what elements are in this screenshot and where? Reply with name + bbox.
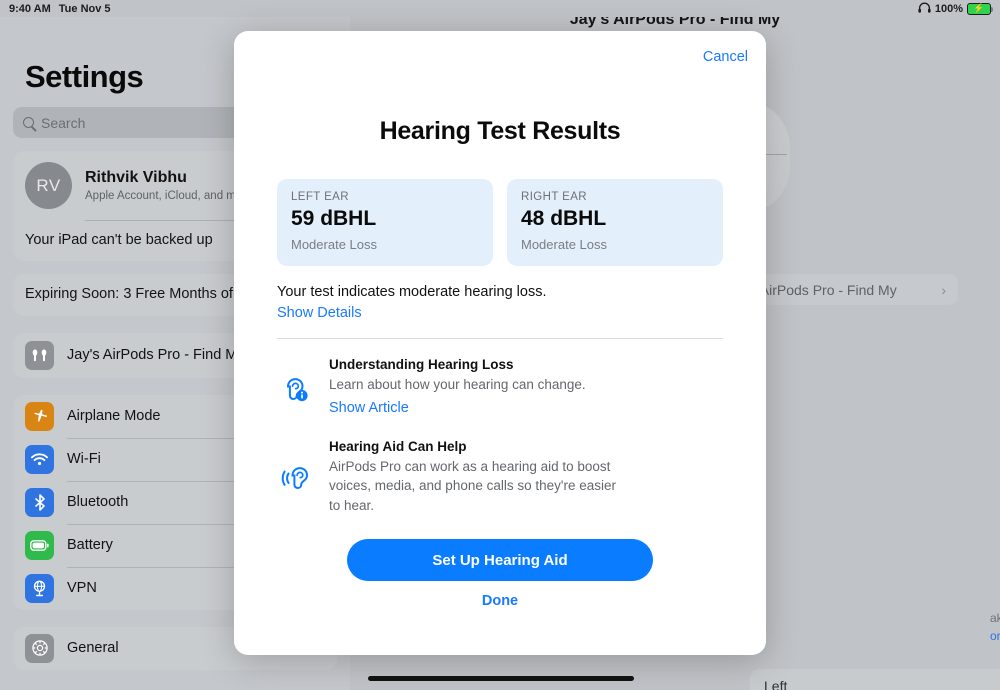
bluetooth-icon	[25, 487, 54, 517]
info-heading: Understanding Hearing Loss	[329, 357, 514, 372]
left-ear-value: 59 dBHL	[291, 207, 377, 230]
info-item-understanding-hearing-loss: Understanding Hearing Loss Learn about h…	[277, 357, 723, 417]
account-name: Rithvik Vibhu	[85, 169, 187, 186]
battery-percent: 100%	[934, 2, 963, 15]
ear-results: LEFT EAR 59 dBHL Moderate Loss RIGHT EAR…	[277, 179, 723, 266]
sidebar-item-vpn-label: VPN	[67, 580, 97, 597]
left-ear-card: LEFT EAR 59 dBHL Moderate Loss	[277, 179, 493, 266]
gear-icon	[25, 633, 54, 663]
footnote-text: ake a hearing test and use the	[990, 611, 1000, 625]
battery-charging-icon: ⚡	[967, 2, 993, 15]
cancel-button[interactable]: Cancel	[703, 49, 748, 65]
divider	[277, 338, 723, 339]
right-ear-value: 48 dBHL	[521, 207, 607, 230]
ear-soundwave-icon	[277, 439, 313, 516]
wifi-icon	[25, 444, 54, 474]
info-body: Learn about how your hearing can change.	[329, 377, 586, 392]
battery-icon	[25, 530, 54, 560]
done-button[interactable]: Done	[234, 593, 766, 609]
right-ear-label: RIGHT EAR	[521, 191, 588, 203]
hearing-test-results-modal: Cancel Hearing Test Results LEFT EAR 59 …	[234, 31, 766, 655]
search-icon	[23, 117, 34, 128]
vpn-icon	[25, 573, 54, 603]
right-ear-status: Moderate Loss	[521, 237, 607, 252]
result-summary-text: Your test indicates moderate hearing los…	[277, 284, 547, 300]
home-indicator[interactable]	[368, 676, 634, 681]
modal-title: Hearing Test Results	[379, 117, 621, 145]
detail-title: Jay's AirPods Pro - Find My	[569, 17, 781, 28]
detail-footnote: ake a hearing test and use the ore...	[990, 609, 1000, 645]
status-bar-right: 100% ⚡	[918, 2, 993, 16]
bottom-left-label: Left	[764, 678, 788, 690]
account-subtitle: Apple Account, iCloud, and m	[85, 190, 236, 202]
ipad-screen: 9:40 AM Tue Nov 5 100% ⚡ Settings Search…	[0, 0, 1000, 690]
status-bar: 9:40 AM Tue Nov 5 100% ⚡	[0, 0, 1000, 17]
search-placeholder: Search	[41, 114, 86, 131]
left-ear-label: LEFT EAR	[291, 191, 349, 203]
airplane-icon	[25, 401, 54, 431]
footnote-link[interactable]: ore...	[990, 629, 1000, 643]
status-bar-left: 9:40 AM Tue Nov 5	[9, 3, 111, 15]
status-date: Tue Nov 5	[58, 2, 111, 15]
set-up-hearing-aid-button[interactable]: Set Up Hearing Aid	[347, 539, 653, 581]
info-body: AirPods Pro can work as a hearing aid to…	[329, 458, 616, 513]
info-item-hearing-aid-can-help: Hearing Aid Can Help AirPods Pro can wor…	[277, 439, 723, 516]
airpods-icon	[25, 340, 54, 370]
result-summary: Your test indicates moderate hearing los…	[277, 284, 723, 321]
bottom-bar[interactable]: Left Noise Control ›	[750, 669, 1000, 690]
sidebar-item-bluetooth-label: Bluetooth	[67, 494, 129, 511]
sidebar-item-airplane-mode-label: Airplane Mode	[67, 408, 161, 425]
sidebar-item-airpods-label: Jay's AirPods Pro - Find My	[67, 347, 245, 364]
show-article-link[interactable]: Show Article	[329, 400, 409, 416]
left-ear-status: Moderate Loss	[291, 237, 377, 252]
info-heading: Hearing Aid Can Help	[329, 438, 467, 454]
avatar: RV	[25, 162, 72, 209]
sidebar-item-battery-label: Battery	[67, 537, 113, 554]
right-ear-card: RIGHT EAR 48 dBHL Moderate Loss	[507, 179, 723, 266]
ear-info-icon	[277, 357, 313, 417]
sidebar-item-general-label: General	[67, 640, 119, 657]
sidebar-item-wifi-label: Wi-Fi	[67, 451, 101, 468]
chevron-right-icon: ›	[941, 281, 946, 298]
status-time: 9:40 AM	[9, 2, 51, 15]
show-details-link[interactable]: Show Details	[277, 305, 362, 321]
headphones-icon	[918, 2, 931, 16]
